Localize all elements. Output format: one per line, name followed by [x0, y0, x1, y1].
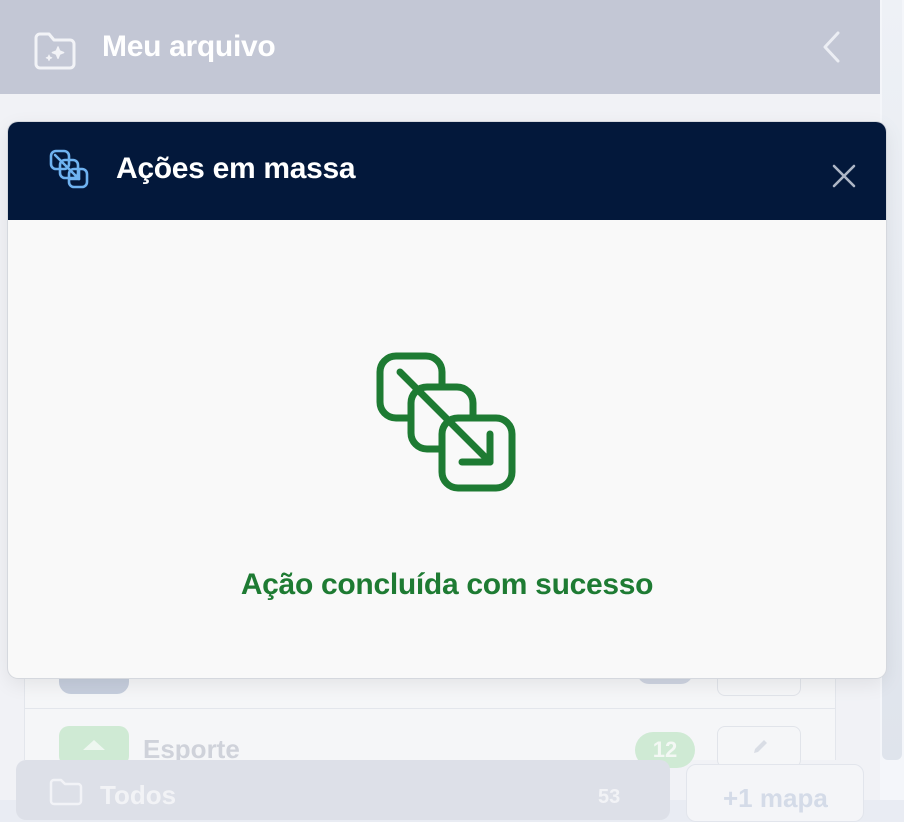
bulk-actions-icon — [48, 148, 94, 192]
all-maps-tab[interactable]: Todos 53 — [16, 760, 670, 820]
chevron-left-icon[interactable] — [820, 30, 842, 64]
bulk-actions-success-icon — [376, 352, 520, 496]
modal-title: Ações em massa — [116, 152, 356, 185]
page-title: Meu arquivo — [102, 30, 276, 63]
pencil-icon — [752, 737, 770, 755]
page-header: Meu arquivo — [0, 0, 880, 94]
close-icon[interactable] — [828, 160, 860, 192]
folder-sparkle-icon — [32, 28, 78, 72]
add-map-label: +1 mapa — [723, 783, 828, 813]
edit-button[interactable] — [717, 726, 801, 768]
folder-sparkle-icon — [48, 776, 84, 806]
success-message: Ação concluída com sucesso — [240, 568, 654, 601]
add-map-button[interactable]: +1 mapa — [686, 764, 864, 822]
all-maps-count: 53 — [598, 786, 621, 808]
modal-header: Ações em massa — [8, 122, 886, 220]
row-divider — [25, 708, 835, 709]
all-maps-label: Todos — [100, 780, 177, 810]
bulk-actions-modal: Ações em massa Ação concluída com sucess… — [8, 122, 886, 678]
